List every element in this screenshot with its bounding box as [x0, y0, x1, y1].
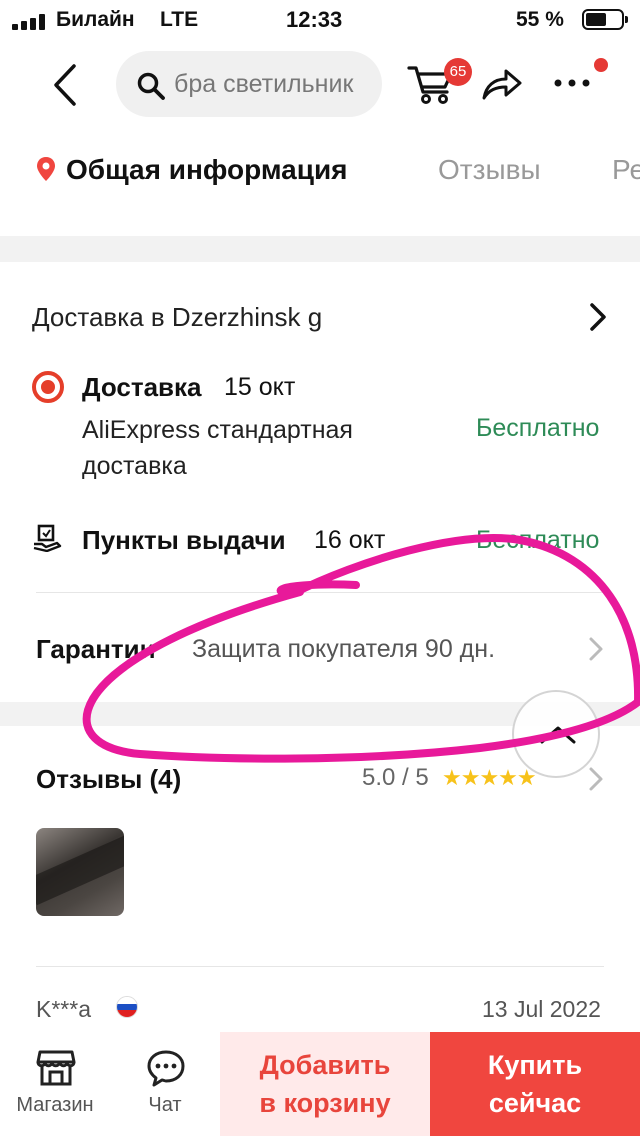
- bottom-action-bar: Магазин Чат Добавить в корзину Купить се…: [0, 1032, 640, 1136]
- store-label: Магазин: [16, 1094, 94, 1116]
- delivery-description: AliExpress стандартная доставка: [82, 416, 353, 480]
- search-input[interactable]: [174, 65, 380, 103]
- chat-bubble-icon: [147, 1050, 185, 1087]
- buy-now-line-1: Купить: [487, 1050, 583, 1080]
- chevron-left-icon: [54, 64, 76, 106]
- tab-general-info-label: Общая информация: [66, 154, 348, 185]
- share-arrow-icon: [482, 69, 522, 100]
- divider: [36, 592, 604, 593]
- rating-stars: ★★★★★: [442, 765, 537, 790]
- chat-label: Чат: [148, 1094, 182, 1116]
- notification-dot: [594, 58, 608, 72]
- location-pin-icon: [37, 156, 55, 181]
- add-to-cart-line-1: Добавить: [259, 1050, 391, 1080]
- signal-strength-icon: [12, 14, 48, 30]
- pickup-price: Бесплатно: [476, 526, 600, 554]
- review-date: 13 Jul 2022: [482, 996, 601, 1022]
- store-button[interactable]: Магазин: [0, 1032, 110, 1136]
- delivery-title: Доставка: [82, 372, 202, 402]
- battery-percent: 55 %: [516, 8, 564, 31]
- chevron-up-icon: [540, 726, 576, 744]
- more-dots-icon: [554, 79, 590, 87]
- buy-now-button[interactable]: Купить сейчас: [430, 1032, 640, 1136]
- review-author: K***a: [36, 996, 91, 1022]
- divider: [36, 966, 604, 967]
- add-to-cart-button[interactable]: Добавить в корзину: [220, 1032, 430, 1136]
- delivery-destination-row[interactable]: Доставка в Dzerzhinsk g: [32, 296, 612, 340]
- search-icon: [137, 72, 165, 100]
- tab-general-info[interactable]: Общая информация: [36, 154, 348, 186]
- delivery-destination: Доставка в Dzerzhinsk g: [32, 302, 323, 332]
- review-photo-thumbnail[interactable]: [36, 828, 124, 916]
- pickup-point-icon: [33, 524, 62, 552]
- chevron-right-icon: [589, 767, 603, 791]
- pickup-title: Пункты выдачи: [82, 525, 286, 555]
- search-bar[interactable]: [116, 51, 382, 117]
- status-bar: Билайн LTE 12:33 55 %: [0, 0, 640, 42]
- tab-bar: Общая информация Отзывы Ре: [0, 136, 640, 206]
- cart-count-badge: 65: [444, 58, 472, 86]
- top-nav: 65: [0, 44, 640, 128]
- store-icon: [36, 1050, 76, 1086]
- pickup-date: 16 окт: [314, 526, 386, 554]
- network-type: LTE: [160, 8, 199, 31]
- reviews-title: Отзывы (4): [36, 764, 182, 794]
- delivery-date: 15 окт: [224, 373, 296, 401]
- back-button[interactable]: [40, 60, 90, 110]
- clock: 12:33: [286, 7, 343, 32]
- buy-now-line-2: сейчас: [488, 1088, 582, 1118]
- guarantee-value: Защита покупателя 90 дн.: [192, 635, 496, 663]
- battery-icon: [582, 9, 628, 30]
- scroll-to-top-button[interactable]: [512, 690, 600, 778]
- section-divider: [0, 236, 640, 262]
- tab-reviews[interactable]: Отзывы: [438, 154, 541, 186]
- chevron-right-icon: [590, 303, 606, 331]
- delivery-price: Бесплатно: [476, 414, 600, 442]
- add-to-cart-line-2: в корзину: [259, 1088, 391, 1118]
- more-button[interactable]: [552, 68, 592, 98]
- chevron-right-icon: [589, 637, 603, 661]
- delivery-radio-icon[interactable]: [32, 371, 64, 403]
- tab-recommendations[interactable]: Ре: [612, 154, 640, 186]
- share-button[interactable]: [480, 66, 524, 102]
- reviews-score: 5.0 / 5: [362, 764, 429, 791]
- russia-flag-icon: [116, 996, 138, 1018]
- guarantee-label: Гарантии: [36, 634, 156, 664]
- carrier-name: Билайн: [56, 8, 135, 31]
- chat-button[interactable]: Чат: [110, 1032, 220, 1136]
